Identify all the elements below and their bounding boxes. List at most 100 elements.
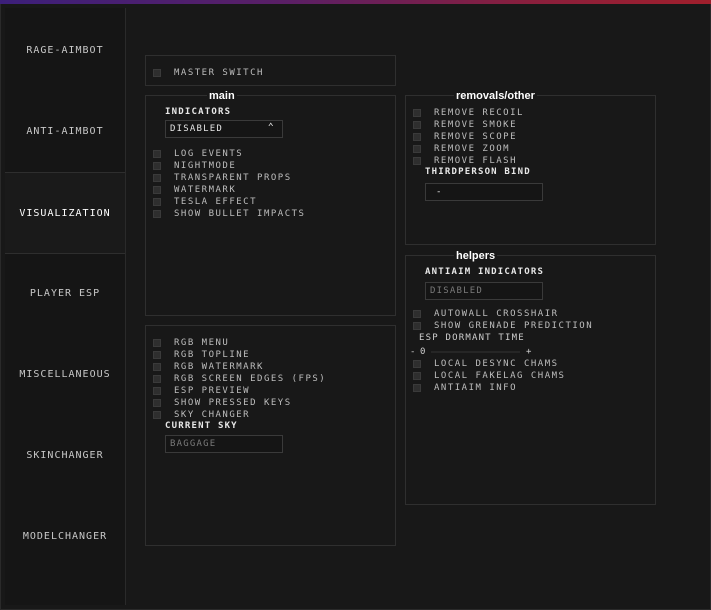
option-local-fakelag-chams[interactable]: LOCAL FAKELAG CHAMS [413, 370, 565, 382]
checkbox-box[interactable] [153, 162, 161, 170]
option-label: LOCAL DESYNC CHAMS [434, 359, 559, 369]
current-sky-value: BAGGAGE [170, 439, 217, 449]
option-log-events[interactable]: LOG EVENTS [153, 148, 243, 160]
option-antiaim-info[interactable]: ANTIAIM INFO [413, 382, 517, 394]
option-label: RGB WATERMARK [174, 362, 264, 372]
option-esp-preview[interactable]: ESP PREVIEW [153, 385, 250, 397]
antiaim-indicators-value: DISABLED [430, 286, 483, 296]
option-tesla-effect[interactable]: TESLA EFFECT [153, 196, 257, 208]
checkbox-box[interactable] [153, 69, 161, 77]
main-panel-title: main [207, 90, 237, 102]
helpers-panel: helpers ANTIAIM INDICATORS DISABLED AUTO… [405, 250, 656, 505]
tab-rage-aimbot[interactable]: RAGE-AIMBOT [5, 10, 125, 90]
checkbox-box[interactable] [413, 133, 421, 141]
checkbox-box[interactable] [153, 339, 161, 347]
checkbox-box[interactable] [153, 387, 161, 395]
thirdperson-bind-keybox[interactable]: - [425, 183, 543, 201]
checkbox-box[interactable] [413, 372, 421, 380]
indicators-value: DISABLED [170, 124, 223, 134]
checkbox-box[interactable] [153, 411, 161, 419]
option-label: REMOVE ZOOM [434, 144, 511, 154]
current-sky-input[interactable]: BAGGAGE [165, 435, 283, 453]
checkbox-box[interactable] [153, 174, 161, 182]
checkbox-box[interactable] [413, 322, 421, 330]
option-label: TRANSPARENT PROPS [174, 173, 292, 183]
option-remove-smoke[interactable]: REMOVE SMOKE [413, 119, 517, 131]
option-label: ANTIAIM INFO [434, 383, 518, 393]
rgb-topline [0, 0, 711, 4]
checkbox-box[interactable] [413, 157, 421, 165]
checkbox-box[interactable] [413, 109, 421, 117]
slider-value: 0 [420, 347, 426, 357]
option-watermark[interactable]: WATERMARK [153, 184, 236, 196]
option-label: SHOW GRENADE PREDICTION [434, 321, 594, 331]
option-rgb-menu[interactable]: RGB MENU [153, 337, 229, 349]
option-remove-recoil[interactable]: REMOVE RECOIL [413, 107, 524, 119]
tab-player-esp[interactable]: PLAYER ESP [5, 253, 125, 333]
option-label: REMOVE FLASH [434, 156, 518, 166]
option-show-grenade-prediction[interactable]: SHOW GRENADE PREDICTION [413, 320, 593, 332]
checkbox-box[interactable] [413, 121, 421, 129]
option-remove-flash[interactable]: REMOVE FLASH [413, 155, 517, 167]
option-remove-zoom[interactable]: REMOVE ZOOM [413, 143, 510, 155]
tab-miscellaneous[interactable]: MISCELLANEOUS [5, 334, 125, 414]
removals-panel: removals/other REMOVE RECOIL REMOVE SMOK… [405, 90, 656, 245]
checkbox-box[interactable] [413, 384, 421, 392]
option-remove-scope[interactable]: REMOVE SCOPE [413, 131, 517, 143]
option-label: AUTOWALL CROSSHAIR [434, 309, 559, 319]
checkbox-box[interactable] [153, 363, 161, 371]
main-panel: main INDICATORS DISABLED ⌃ LOG EVENTS NI… [145, 90, 396, 316]
antiaim-indicators-dropdown[interactable]: DISABLED [425, 282, 543, 300]
option-rgb-watermark[interactable]: RGB WATERMARK [153, 361, 264, 373]
indicators-dropdown[interactable]: DISABLED ⌃ [165, 120, 283, 138]
tab-visualization[interactable]: VISUALIZATION [5, 172, 125, 254]
option-rgb-topline[interactable]: RGB TOPLINE [153, 349, 250, 361]
tab-anti-aimbot[interactable]: ANTI-AIMBOT [5, 91, 125, 171]
checkbox-box[interactable] [413, 360, 421, 368]
slider-increment-button[interactable]: + [526, 347, 534, 357]
option-show-pressed-keys[interactable]: SHOW PRESSED KEYS [153, 397, 292, 409]
sidebar: RAGE-AIMBOT ANTI-AIMBOT VISUALIZATION PL… [5, 8, 126, 605]
checkbox-box[interactable] [153, 210, 161, 218]
esp-dormant-time-slider[interactable]: - 0 + [410, 345, 534, 359]
checkbox-box[interactable] [413, 310, 421, 318]
esp-dormant-time-label: ESP DORMANT TIME [419, 333, 525, 343]
checkbox-box[interactable] [153, 150, 161, 158]
slider-track[interactable] [431, 351, 520, 353]
option-label: RGB TOPLINE [174, 350, 251, 360]
indicators-label: INDICATORS [165, 107, 232, 117]
removals-panel-title: removals/other [454, 90, 537, 102]
option-label: SKY CHANGER [174, 410, 251, 420]
thirdperson-bind-label: THIRDPERSON BIND [425, 167, 531, 177]
option-nightmode[interactable]: NIGHTMODE [153, 160, 236, 172]
checkbox-box[interactable] [153, 198, 161, 206]
current-sky-label: CURRENT SKY [165, 421, 238, 431]
option-label: RGB MENU [174, 338, 230, 348]
option-label: REMOVE RECOIL [434, 108, 524, 118]
option-rgb-screen-edges[interactable]: RGB SCREEN EDGES (FPS) [153, 373, 326, 385]
option-label: LOG EVENTS [174, 149, 244, 159]
antiaim-indicators-label: ANTIAIM INDICATORS [425, 267, 545, 277]
tab-modelchanger[interactable]: MODELCHANGER [5, 496, 125, 576]
option-show-bullet-impacts[interactable]: SHOW BULLET IMPACTS [153, 208, 305, 220]
option-label: ESP PREVIEW [174, 386, 251, 396]
option-label: REMOVE SCOPE [434, 132, 518, 142]
checkbox-box[interactable] [153, 186, 161, 194]
option-autowall-crosshair[interactable]: AUTOWALL CROSSHAIR [413, 308, 559, 320]
option-label: WATERMARK [174, 185, 237, 195]
option-sky-changer[interactable]: SKY CHANGER [153, 409, 250, 421]
slider-decrement-button[interactable]: - [410, 347, 418, 357]
checkbox-box[interactable] [153, 399, 161, 407]
option-label: SHOW BULLET IMPACTS [174, 209, 306, 219]
tab-skinchanger[interactable]: SKINCHANGER [5, 415, 125, 495]
option-label: SHOW PRESSED KEYS [174, 398, 292, 408]
checkbox-box[interactable] [153, 375, 161, 383]
option-transparent-props[interactable]: TRANSPARENT PROPS [153, 172, 292, 184]
option-label: TESLA EFFECT [174, 197, 258, 207]
option-label: REMOVE SMOKE [434, 120, 518, 130]
checkbox-box[interactable] [153, 351, 161, 359]
option-local-desync-chams[interactable]: LOCAL DESYNC CHAMS [413, 358, 559, 370]
checkbox-box[interactable] [413, 145, 421, 153]
option-label: LOCAL FAKELAG CHAMS [434, 371, 566, 381]
master-switch-checkbox[interactable]: MASTER SWITCH [153, 67, 264, 79]
